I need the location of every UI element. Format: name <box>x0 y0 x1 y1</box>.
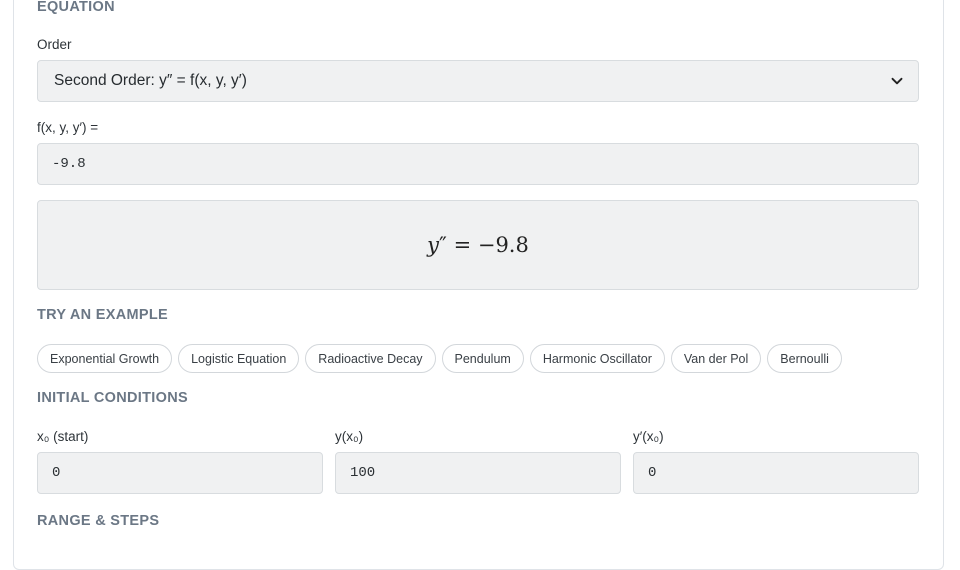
y0-input[interactable]: 100 <box>335 452 621 494</box>
order-select-value: Second Order: y″ = f(x, y, y′) <box>54 72 247 89</box>
example-chip-bernoulli[interactable]: Bernoulli <box>767 344 842 373</box>
example-chip-van-der-pol[interactable]: Van der Pol <box>670 344 762 373</box>
section-title-examples: TRY AN EXAMPLE <box>37 307 168 323</box>
section-title-initial-conditions: INITIAL CONDITIONS <box>37 390 188 406</box>
example-chip-logistic-equation[interactable]: Logistic Equation <box>178 344 300 373</box>
y0-label: y(x₀) <box>335 429 364 444</box>
example-chip-pendulum[interactable]: Pendulum <box>441 344 524 373</box>
x0-input-value: 0 <box>52 465 61 481</box>
chevron-down-icon <box>890 74 904 88</box>
preview-lhs-prime: ″ <box>439 233 447 257</box>
preview-rhs: −9.8 <box>477 233 529 257</box>
equation-preview-math: y″ = −9.8 <box>427 233 529 257</box>
example-chips: Exponential Growth Logistic Equation Rad… <box>37 344 842 373</box>
order-select[interactable]: Second Order: y″ = f(x, y, y′) <box>37 60 919 102</box>
x0-label: x₀ (start) <box>37 429 89 444</box>
x0-input[interactable]: 0 <box>37 452 323 494</box>
example-chip-exponential-growth[interactable]: Exponential Growth <box>37 344 173 373</box>
function-label: f(x, y, y′) = <box>37 120 99 135</box>
preview-lhs-variable: y <box>427 233 440 257</box>
function-input[interactable]: -9.8 <box>37 143 919 185</box>
y0-input-value: 100 <box>350 465 376 481</box>
example-chip-radioactive-decay[interactable]: Radioactive Decay <box>305 344 436 373</box>
example-chip-harmonic-oscillator[interactable]: Harmonic Oscillator <box>529 344 665 373</box>
yprime0-label: y′(x₀) <box>633 429 664 444</box>
equation-preview: y″ = −9.8 <box>37 200 919 290</box>
section-title-range-steps: RANGE & STEPS <box>37 513 160 529</box>
section-title-equation: EQUATION <box>37 0 115 15</box>
yprime0-input[interactable]: 0 <box>633 452 919 494</box>
preview-equals: = <box>446 233 478 257</box>
order-label: Order <box>37 37 72 52</box>
yprime0-input-value: 0 <box>648 465 657 481</box>
function-input-value: -9.8 <box>52 156 86 172</box>
